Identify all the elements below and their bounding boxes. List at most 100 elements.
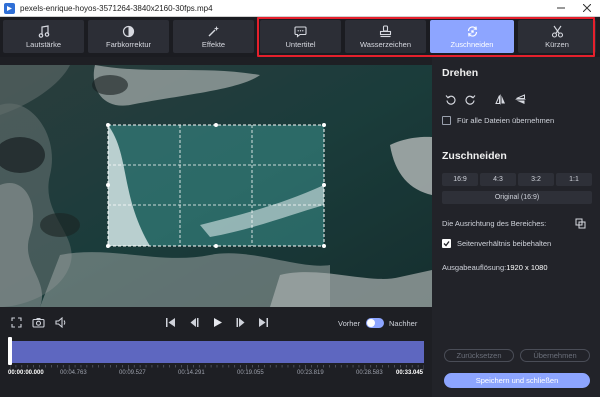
time-mark: 00:28.583	[356, 370, 383, 376]
timeline-selection	[10, 341, 424, 363]
tab-lautstaerke[interactable]: Lautstärke	[3, 20, 84, 53]
keep-ratio-label: Seitenverhältnis beibehalten	[457, 239, 552, 248]
crop-handle	[106, 123, 110, 127]
tab-label: Kürzen	[545, 40, 569, 49]
ratio-original-button[interactable]: Original (16:9)	[442, 191, 592, 204]
crop-section-title: Zuschneiden	[442, 150, 507, 162]
close-window-button[interactable]	[574, 0, 600, 17]
time-mark: 00:04.763	[60, 370, 87, 376]
checkmark-icon	[443, 241, 450, 247]
skip-start-button[interactable]	[164, 316, 176, 328]
color-correction-icon	[122, 24, 135, 39]
title-bar: pexels-enrique-hoyos-3571264-3840x2160-3…	[0, 0, 600, 17]
time-mark: 00:23.819	[297, 370, 324, 376]
center-align-icon	[575, 218, 585, 228]
keep-ratio-checkbox[interactable]	[442, 239, 451, 248]
magic-wand-icon	[207, 24, 220, 39]
skip-to-end-icon	[258, 317, 268, 327]
next-frame-icon	[236, 317, 244, 327]
watermark-stamp-icon	[379, 24, 392, 39]
crop-handle	[322, 123, 326, 127]
current-time: 00:00:00.000	[8, 370, 44, 376]
tab-wasserzeichen[interactable]: Wasserzeichen	[345, 20, 426, 53]
end-time: 00:33.045	[396, 370, 424, 376]
subtitle-bubble-icon	[294, 24, 307, 39]
app-logo-icon	[4, 2, 15, 14]
snapshot-button[interactable]	[31, 316, 45, 328]
speaker-icon	[54, 316, 65, 328]
tab-label: Effekte	[201, 40, 226, 49]
apply-all-checkbox[interactable]	[442, 116, 451, 125]
tab-kuerzen[interactable]: Kürzen	[518, 20, 596, 53]
resolution-label: Ausgabeauflösung:1920 x 1080	[442, 263, 548, 272]
camera-icon	[31, 317, 45, 328]
tab-farbkorrektur[interactable]: Farbkorrektur	[88, 20, 169, 53]
timeline-track[interactable]	[10, 341, 424, 363]
resolution-value: 1920 x 1080	[506, 263, 548, 272]
fullscreen-icon	[10, 316, 22, 328]
alignment-button[interactable]	[574, 217, 586, 229]
crop-handle	[214, 244, 218, 248]
time-mark: 00:14.291	[178, 370, 205, 376]
play-icon	[213, 317, 222, 327]
tab-untertitel[interactable]: Untertitel	[260, 20, 341, 53]
time-mark: 00:19.055	[237, 370, 264, 376]
apply-all-label: Für alle Dateien übernehmen	[457, 116, 555, 125]
tab-label: Lautstärke	[25, 40, 62, 49]
fullscreen-button[interactable]	[10, 316, 22, 328]
rotate-section-title: Drehen	[442, 67, 479, 79]
window-title: pexels-enrique-hoyos-3571264-3840x2160-3…	[20, 3, 213, 13]
flip-vertical-icon	[515, 93, 525, 104]
rotate-right-icon	[464, 94, 475, 105]
crop-handle	[322, 183, 326, 187]
resolution-caption: Ausgabeauflösung:	[442, 263, 507, 272]
apply-button[interactable]: Übernehmen	[520, 349, 590, 362]
playhead[interactable]	[8, 337, 12, 365]
time-mark: 00:09.527	[119, 370, 146, 376]
before-after-toggle[interactable]	[366, 318, 384, 328]
timeline: 00:00:00.000 00:04.763 00:09.527 00:14.2…	[0, 337, 432, 397]
ratio-4-3-button[interactable]: 4:3	[480, 173, 516, 186]
tab-effekte[interactable]: Effekte	[173, 20, 254, 53]
tab-label: Farbkorrektur	[105, 40, 151, 49]
toggle-knob	[367, 319, 375, 327]
crop-settings-panel: Drehen Für alle Dateien übernehmen Zusch…	[432, 57, 600, 397]
reset-button[interactable]: Zurücksetzen	[444, 349, 514, 362]
rotate-right-button[interactable]	[464, 93, 476, 105]
minimize-icon	[557, 7, 565, 9]
crop-handle	[106, 183, 110, 187]
skip-to-start-icon	[165, 317, 175, 327]
tab-label: Untertitel	[285, 40, 316, 49]
crop-rotate-icon	[466, 24, 479, 39]
before-label: Vorher	[338, 319, 361, 328]
rotate-left-icon	[445, 94, 456, 105]
tab-zuschneiden[interactable]: Zuschneiden	[430, 20, 514, 53]
video-preview[interactable]	[0, 65, 432, 307]
next-frame-button[interactable]	[234, 316, 246, 328]
tab-label: Wasserzeichen	[360, 40, 411, 49]
rotate-left-button[interactable]	[444, 93, 456, 105]
ratio-3-2-button[interactable]: 3:2	[518, 173, 554, 186]
flip-horizontal-icon	[494, 94, 505, 104]
playback-controls: Vorher Nachher	[0, 307, 432, 337]
ratio-16-9-button[interactable]: 16:9	[442, 173, 478, 186]
music-note-icon	[38, 24, 50, 39]
minimize-button[interactable]	[548, 0, 574, 17]
flip-vertical-button[interactable]	[514, 93, 526, 105]
after-label: Nachher	[389, 319, 418, 328]
prev-frame-button[interactable]	[188, 316, 200, 328]
tab-label: Zuschneiden	[450, 40, 494, 49]
volume-button[interactable]	[54, 316, 67, 328]
crop-handle	[106, 244, 110, 248]
save-close-button[interactable]: Speichern und schließen	[444, 373, 590, 388]
scissors-icon	[551, 24, 564, 39]
crop-handle	[214, 123, 218, 127]
skip-end-button[interactable]	[257, 316, 269, 328]
alignment-label: Die Ausrichtung des Bereiches:	[442, 219, 547, 228]
ratio-1-1-button[interactable]: 1:1	[556, 173, 592, 186]
aerial-ocean-image	[0, 65, 432, 307]
flip-horizontal-button[interactable]	[494, 93, 506, 105]
play-button[interactable]	[211, 316, 223, 328]
close-icon	[583, 4, 591, 12]
crop-handle	[322, 244, 326, 248]
